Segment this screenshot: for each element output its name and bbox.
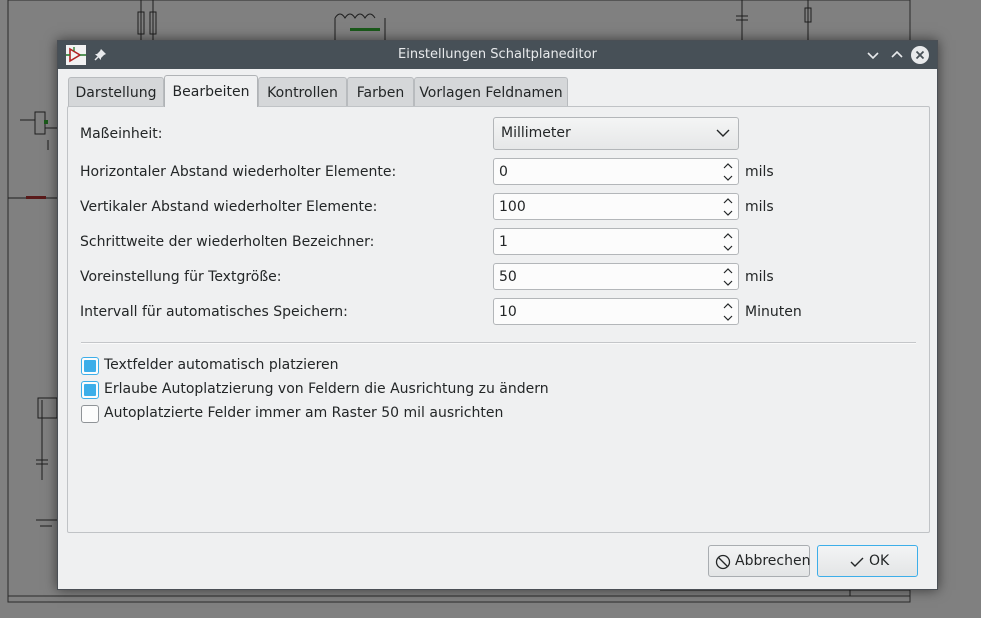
- v-spacing-unit: mils: [745, 199, 774, 215]
- tab-vorlagen-feldnamen[interactable]: Vorlagen Feldnamen: [414, 77, 568, 107]
- close-icon[interactable]: [911, 46, 929, 64]
- h-spacing-label: Horizontaler Abstand wiederholter Elemen…: [80, 164, 397, 180]
- settings-dialog: Einstellungen Schaltplaneditor Darstellu…: [57, 40, 938, 590]
- checkbox-box[interactable]: [81, 357, 99, 375]
- v-spacing-spinbox[interactable]: [493, 193, 739, 220]
- spin-arrows-icon[interactable]: [722, 301, 734, 323]
- tab-darstellung[interactable]: Darstellung: [68, 77, 164, 107]
- spin-arrows-icon[interactable]: [722, 266, 734, 288]
- checkbox-box[interactable]: [81, 405, 99, 423]
- chevron-down-icon: [716, 129, 730, 137]
- v-spacing-input[interactable]: [495, 195, 715, 218]
- text-size-spinbox[interactable]: [493, 263, 739, 290]
- autosave-spinbox[interactable]: [493, 298, 739, 325]
- autosave-label: Intervall für automatisches Speichern:: [80, 304, 348, 320]
- cancel-button-label: Abbrechen: [735, 553, 811, 569]
- tab-farben[interactable]: Farben: [347, 77, 414, 107]
- label-increment-spinbox[interactable]: [493, 228, 739, 255]
- checkbox-label: Erlaube Autoplatzierung von Feldern die …: [104, 381, 549, 397]
- h-spacing-spinbox[interactable]: [493, 158, 739, 185]
- checkbox-label: Textfelder automatisch platzieren: [104, 357, 339, 373]
- checkmark-icon: [850, 557, 864, 567]
- ok-button-label: OK: [869, 553, 890, 569]
- text-size-input[interactable]: [495, 265, 715, 288]
- cancel-button[interactable]: Abbrechen: [708, 545, 810, 577]
- tab-bearbeiten[interactable]: Bearbeiten: [164, 75, 258, 107]
- auto-place-fields-checkbox[interactable]: Textfelder automatisch platzieren: [81, 356, 341, 376]
- label-increment-input[interactable]: [495, 230, 715, 253]
- tab-panel-bearbeiten: Maßeinheit: Millimeter Horizontaler Abst…: [67, 106, 930, 533]
- align-autoplaced-grid-checkbox[interactable]: Autoplatzierte Felder immer am Raster 50…: [81, 404, 503, 424]
- autosave-input[interactable]: [495, 300, 715, 323]
- separator: [81, 342, 916, 344]
- checkbox-label: Autoplatzierte Felder immer am Raster 50…: [104, 405, 504, 421]
- cancel-circle-icon: [715, 554, 731, 570]
- unit-select[interactable]: Millimeter: [493, 117, 739, 150]
- autosave-unit: Minuten: [745, 304, 802, 320]
- h-spacing-input[interactable]: [495, 160, 715, 183]
- spin-arrows-icon[interactable]: [722, 196, 734, 218]
- text-size-label: Voreinstellung für Textgröße:: [80, 269, 282, 285]
- text-size-unit: mils: [745, 269, 774, 285]
- h-spacing-unit: mils: [745, 164, 774, 180]
- v-spacing-label: Vertikaler Abstand wiederholter Elemente…: [80, 199, 378, 215]
- maximize-chevron-up-icon[interactable]: [888, 46, 906, 64]
- unit-label: Maßeinheit:: [80, 126, 163, 142]
- dialog-title: Einstellungen Schaltplaneditor: [398, 47, 597, 62]
- spin-arrows-icon[interactable]: [722, 231, 734, 253]
- ok-button[interactable]: OK: [817, 545, 918, 577]
- allow-autoplace-justify-checkbox[interactable]: Erlaube Autoplatzierung von Feldern die …: [81, 380, 549, 400]
- label-increment-label: Schrittweite der wiederholten Bezeichner…: [80, 234, 375, 250]
- minimize-chevron-down-icon[interactable]: [864, 46, 882, 64]
- unit-select-value: Millimeter: [501, 125, 571, 141]
- dialog-titlebar[interactable]: Einstellungen Schaltplaneditor: [58, 41, 937, 69]
- spin-arrows-icon[interactable]: [722, 161, 734, 183]
- tab-kontrollen[interactable]: Kontrollen: [258, 77, 347, 107]
- checkbox-box[interactable]: [81, 381, 99, 399]
